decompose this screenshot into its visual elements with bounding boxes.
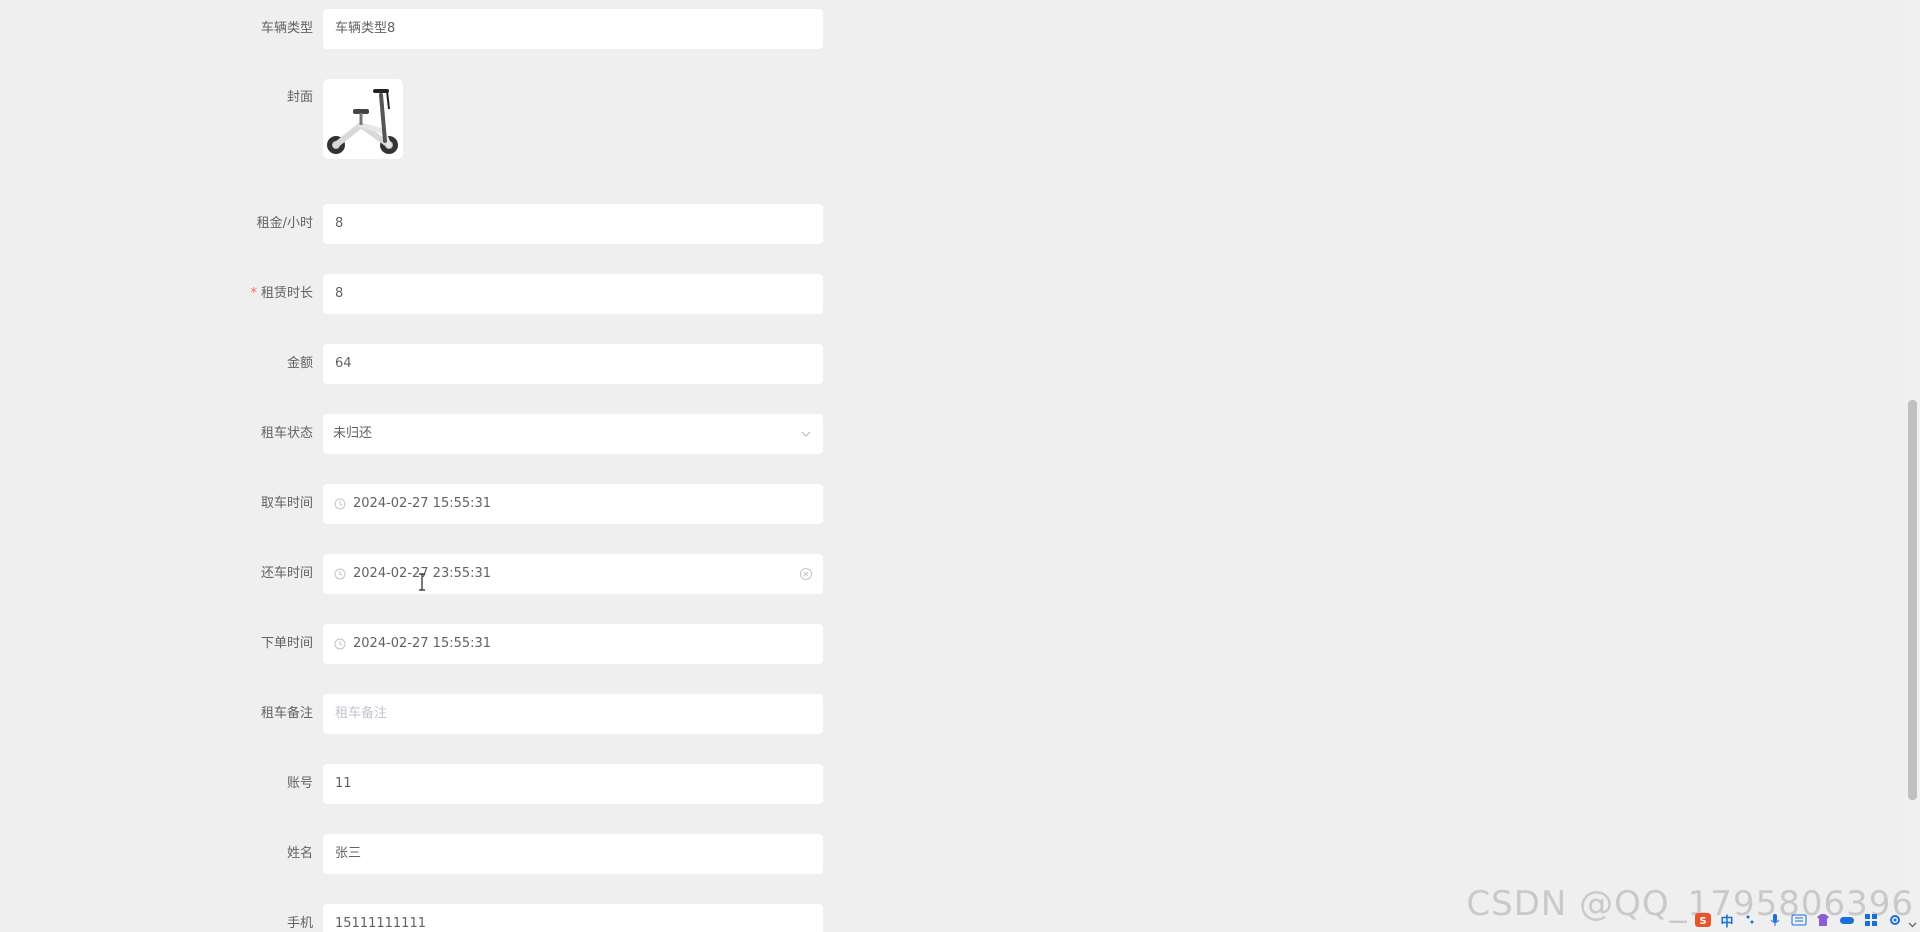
order-time-label: 下单时间 xyxy=(260,636,313,651)
clock-icon xyxy=(334,498,346,510)
rent-duration-input[interactable]: 8 xyxy=(323,274,823,314)
clock-icon xyxy=(334,638,346,650)
rent-per-hour-label: 租金/小时 xyxy=(256,216,313,231)
vehicle-type-input[interactable]: 车辆类型8 xyxy=(323,9,823,49)
form-row-phone: 手机 15111111111 xyxy=(0,904,1000,932)
form-row-pickup-time: 取车时间 2024-02-27 15:55:31 xyxy=(0,484,1000,524)
form-row-order-time: 下单时间 2024-02-27 15:55:31 xyxy=(0,624,1000,664)
rent-duration-label-wrap: * 租赁时长 xyxy=(250,274,313,314)
form-row-rent-per-hour: 租金/小时 8 xyxy=(0,204,1000,244)
order-time-picker[interactable]: 2024-02-27 15:55:31 xyxy=(323,624,823,664)
microphone-icon[interactable] xyxy=(1766,911,1784,929)
pickup-time-value: 2024-02-27 15:55:31 xyxy=(353,496,492,511)
form-row-rental-status: 租车状态 未归还 xyxy=(0,414,1000,454)
rental-status-value: 未归还 xyxy=(333,426,373,441)
text-cursor-icon xyxy=(419,573,425,591)
form-row-vehicle-type: 车辆类型 车辆类型8 xyxy=(0,9,1000,49)
name-input[interactable]: 张三 xyxy=(323,834,823,874)
scrollbar[interactable] xyxy=(1905,0,1920,932)
clock-icon xyxy=(334,568,346,580)
required-mark: * xyxy=(250,286,257,301)
ime-toolbar: S 中 xyxy=(1694,908,1904,932)
rent-per-hour-input[interactable]: 8 xyxy=(323,204,823,244)
form-row-return-time: 还车时间 2024-02-27 23:55:31 xyxy=(0,554,1000,594)
rental-status-select[interactable]: 未归还 xyxy=(323,414,823,454)
ime-logo-icon[interactable]: S xyxy=(1694,911,1712,929)
cover-label: 封面 xyxy=(286,90,313,105)
amount-input[interactable]: 64 xyxy=(323,344,823,384)
scrollbar-thumb[interactable] xyxy=(1908,400,1917,800)
order-time-value: 2024-02-27 15:55:31 xyxy=(353,636,492,651)
game-icon[interactable] xyxy=(1838,911,1856,929)
return-time-label: 还车时间 xyxy=(260,566,313,581)
rental-status-label: 租车状态 xyxy=(260,426,313,441)
svg-text:S: S xyxy=(1699,916,1706,927)
ime-language-toggle[interactable]: 中 xyxy=(1718,911,1736,930)
clear-circle-icon[interactable] xyxy=(799,567,813,581)
name-label: 姓名 xyxy=(286,846,313,861)
account-label: 账号 xyxy=(286,776,313,791)
pickup-time-label: 取车时间 xyxy=(260,496,313,511)
form-row-amount: 金额 64 xyxy=(0,344,1000,384)
skin-icon[interactable] xyxy=(1814,911,1832,929)
chevron-down-icon[interactable] xyxy=(799,427,813,441)
phone-label: 手机 xyxy=(286,916,313,931)
vehicle-type-label: 车辆类型 xyxy=(260,21,313,36)
rental-note-input[interactable]: 租车备注 xyxy=(323,694,823,734)
form-row-account: 账号 11 xyxy=(0,764,1000,804)
form-row-name: 姓名 张三 xyxy=(0,834,1000,874)
return-time-picker[interactable]: 2024-02-27 23:55:31 xyxy=(323,554,823,594)
punctuation-icon[interactable] xyxy=(1742,911,1760,929)
keyboard-icon[interactable] xyxy=(1790,911,1808,929)
cover-image[interactable] xyxy=(323,79,403,159)
phone-input[interactable]: 15111111111 xyxy=(323,904,823,932)
form-row-rent-duration: * 租赁时长 8 xyxy=(0,274,1000,314)
apps-icon[interactable] xyxy=(1862,911,1880,929)
pickup-time-picker[interactable]: 2024-02-27 15:55:31 xyxy=(323,484,823,524)
rental-note-label: 租车备注 xyxy=(260,706,313,721)
amount-label: 金额 xyxy=(286,356,313,371)
form-row-cover: 封面 xyxy=(0,78,1000,118)
electric-scooter-icon xyxy=(323,79,403,159)
settings-icon[interactable] xyxy=(1886,911,1904,929)
account-input[interactable]: 11 xyxy=(323,764,823,804)
form-row-rental-note: 租车备注 租车备注 xyxy=(0,694,1000,734)
rent-duration-label: 租赁时长 xyxy=(260,286,313,301)
